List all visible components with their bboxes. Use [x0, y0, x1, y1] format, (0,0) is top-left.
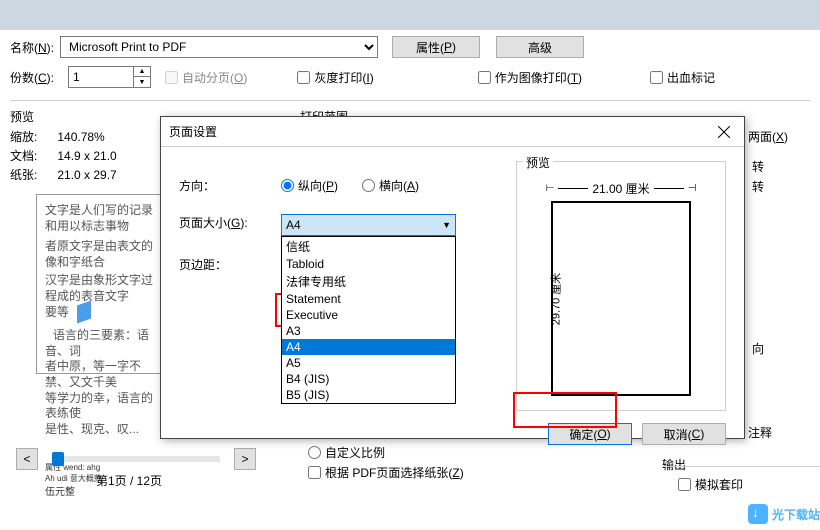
- pdf-paper-checkbox[interactable]: 根据 PDF页面选择纸张(Z): [308, 464, 464, 481]
- option-a5[interactable]: A5: [282, 355, 455, 371]
- option-executive[interactable]: Executive: [282, 307, 455, 323]
- copies-down[interactable]: ▼: [134, 77, 150, 87]
- orientation-label: 方向：: [179, 177, 275, 194]
- page-size-select[interactable]: A4 ▼: [281, 214, 456, 236]
- print-as-image-checkbox[interactable]: 作为图像打印(T): [478, 69, 582, 86]
- paper-label: 纸张:: [10, 166, 37, 183]
- page-thumbnail: 文字是人们写的记录和用以标志事物 者原文字是由表文的像和字纸合 汉字是由象形文字…: [36, 194, 166, 374]
- close-button[interactable]: [704, 117, 744, 147]
- margin-label: 页边距：: [179, 256, 275, 273]
- width-dimension: 21.00 厘米: [592, 180, 649, 197]
- name-label: 名称(N):: [10, 39, 54, 56]
- annotation-label: 注释: [748, 424, 772, 441]
- zoom-value: 140.78%: [57, 130, 104, 144]
- landscape-radio[interactable]: 横向(A): [362, 177, 419, 194]
- page-setup-dialog: 页面设置 方向： 纵向(P) 横向(A) 页面大小(G): A4 ▼ 信纸: [160, 116, 745, 439]
- doc-value: 14.9 x 21.0: [57, 149, 116, 163]
- paper-value: 21.0 x 29.7: [57, 168, 116, 182]
- copies-input[interactable]: [68, 66, 134, 88]
- portrait-radio[interactable]: 纵向(P): [281, 177, 338, 194]
- doc-label: 文档:: [10, 147, 37, 164]
- close-icon: [718, 126, 730, 138]
- page-size-dropdown-list: 信纸 Tabloid 法律专用纸 Statement Executive A3 …: [281, 236, 456, 404]
- option-a3[interactable]: A3: [282, 323, 455, 339]
- option-a4[interactable]: A4: [282, 339, 455, 355]
- duplex-label: 两面(X): [748, 130, 788, 144]
- simulate-overprint-checkbox[interactable]: 模拟套印: [678, 476, 743, 493]
- page-counter: 第1页 / 12页: [96, 472, 162, 489]
- partial-text-3: 向: [752, 340, 764, 357]
- dialog-title: 页面设置: [169, 123, 217, 140]
- grayscale-checkbox[interactable]: 灰度打印(I): [297, 69, 373, 86]
- option-legal[interactable]: 法律专用纸: [282, 272, 455, 291]
- chevron-down-icon: ▼: [442, 220, 451, 230]
- page-slider-thumb[interactable]: [52, 452, 64, 466]
- preview-section-label: 预览: [10, 108, 34, 125]
- cancel-button[interactable]: 取消(C): [642, 423, 726, 445]
- preview-label: 预览: [523, 154, 553, 171]
- watermark: 光下载站: [748, 504, 820, 524]
- copies-up[interactable]: ▲: [134, 67, 150, 77]
- option-letter[interactable]: 信纸: [282, 237, 455, 256]
- collate-checkbox[interactable]: 自动分页(O): [165, 69, 247, 86]
- partial-text-1: 转: [752, 158, 764, 175]
- option-statement[interactable]: Statement: [282, 291, 455, 307]
- ok-button[interactable]: 确定(O): [548, 423, 632, 445]
- option-tabloid[interactable]: Tabloid: [282, 256, 455, 272]
- option-b4[interactable]: B4 (JIS): [282, 371, 455, 387]
- advanced-button[interactable]: 高级: [496, 36, 584, 58]
- partial-text-2: 转: [752, 178, 764, 195]
- prev-page-button[interactable]: <: [16, 448, 38, 470]
- page-size-label: 页面大小(G):: [179, 214, 275, 231]
- preview-page-rect: [551, 201, 691, 396]
- printer-select[interactable]: Microsoft Print to PDF: [60, 36, 378, 58]
- option-b5[interactable]: B5 (JIS): [282, 387, 455, 403]
- zoom-label: 缩放:: [10, 128, 37, 145]
- download-icon: [748, 504, 768, 524]
- copies-label: 份数(C):: [10, 69, 54, 86]
- properties-button[interactable]: 属性(P): [392, 36, 480, 58]
- bleed-checkbox[interactable]: 出血标记: [650, 69, 715, 86]
